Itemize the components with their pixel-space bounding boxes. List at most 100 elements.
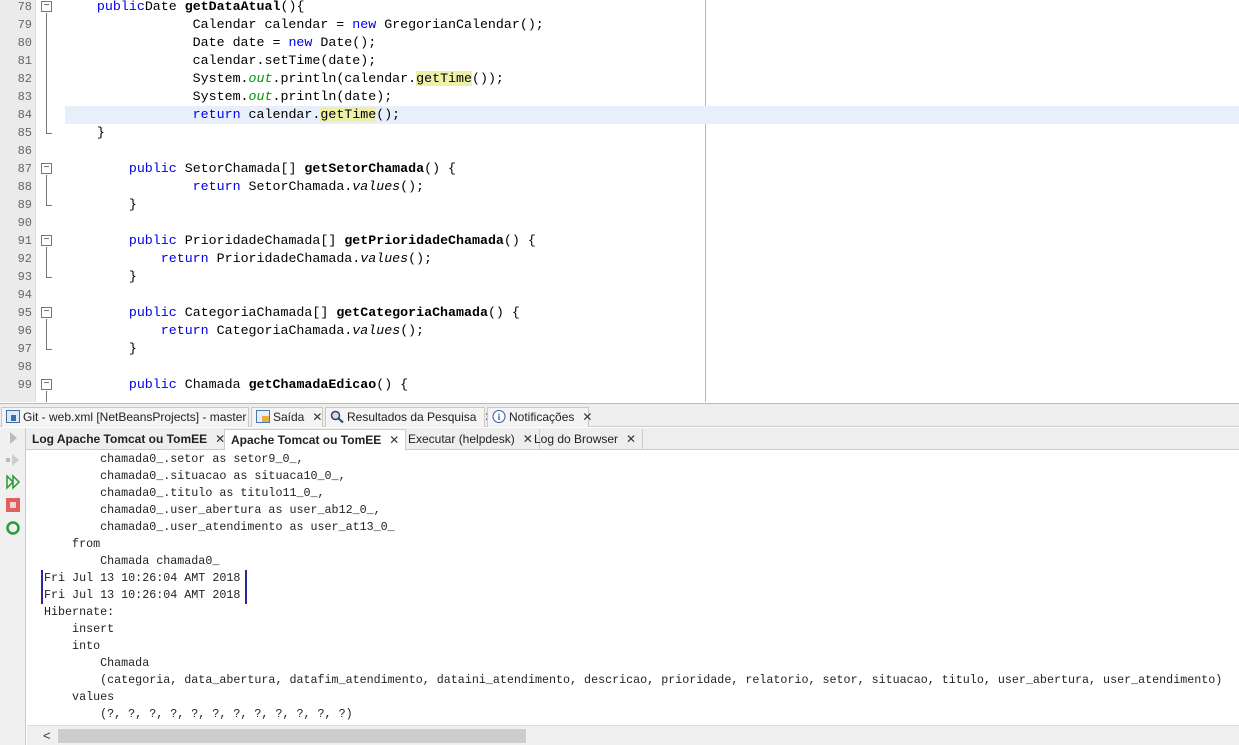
code-line[interactable]: 92 return PrioridadeChamada.values();	[0, 250, 1239, 268]
code-line[interactable]: 86	[0, 142, 1239, 160]
code-line[interactable]: 99 public Chamada getChamadaEdicao() { −	[0, 376, 1239, 394]
code-line[interactable]: 91 public PrioridadeChamada[] getPriorid…	[0, 232, 1239, 250]
code-token: new	[352, 17, 377, 32]
code-line[interactable]: 93 }	[0, 268, 1239, 286]
window-tab[interactable]: Git - web.xml [NetBeansProjects] - maste…	[1, 407, 264, 427]
code-line[interactable]: 90	[0, 214, 1239, 232]
code-text: }	[65, 196, 137, 214]
code-line[interactable]: 97 }	[0, 340, 1239, 358]
output-line: chamada0_.user_abertura as user_ab12_0_,	[44, 503, 381, 517]
code-line[interactable]: 95 public CategoriaChamada[] getCategori…	[0, 304, 1239, 322]
code-token: GregorianCalendar();	[376, 17, 544, 32]
git-icon	[6, 410, 20, 423]
code-line[interactable]: 85 }	[0, 124, 1239, 142]
fold-end	[46, 133, 52, 134]
close-icon[interactable]: ✕	[312, 410, 322, 424]
fold-line	[46, 319, 47, 349]
fold-collapse-icon[interactable]: −	[41, 307, 52, 318]
fold-collapse-icon[interactable]: −	[41, 235, 52, 246]
window-tab[interactable]: i Notificações ✕	[487, 407, 592, 427]
code-line[interactable]: 88 return SetorChamada.values();	[0, 178, 1239, 196]
code-token: () {	[424, 161, 457, 176]
code-token: ();	[400, 323, 425, 338]
output-tab[interactable]: Log do Browser ✕	[528, 429, 644, 450]
code-line[interactable]: 79 Calendar calendar = new GregorianCale…	[0, 16, 1239, 34]
window-tab[interactable]: Saída ✕	[251, 407, 323, 427]
tab-label: Resultados da Pesquisa	[347, 410, 477, 424]
stop-icon[interactable]	[5, 497, 21, 513]
line-number: 87	[17, 162, 32, 176]
code-token: getTime	[320, 107, 377, 122]
output-line: chamada0_.situacao as situaca10_0_,	[44, 469, 346, 483]
close-icon[interactable]: ✕	[582, 410, 592, 424]
output-line: Hibernate:	[44, 605, 115, 619]
code-token: return	[160, 251, 209, 266]
continue-icon[interactable]	[5, 474, 21, 490]
fold-line	[46, 391, 47, 402]
tab-label: Executar (helpdesk)	[408, 432, 515, 446]
code-text: return PrioridadeChamada.values();	[65, 250, 432, 268]
output-line: (?, ?, ?, ?, ?, ?, ?, ?, ?, ?, ?, ?)	[44, 707, 353, 721]
code-token: Date();	[312, 35, 377, 50]
output-tab[interactable]: Executar (helpdesk) ✕	[402, 429, 540, 450]
code-line[interactable]: 96 return CategoriaChamada.values();	[0, 322, 1239, 340]
code-line[interactable]: 83 System.out.println(date);	[0, 88, 1239, 106]
output-line: into	[44, 639, 101, 653]
line-number: 92	[17, 252, 32, 266]
code-token: .println(date);	[272, 89, 393, 104]
rerun-with-args-icon[interactable]	[5, 452, 21, 468]
fold-collapse-icon[interactable]: −	[41, 1, 52, 12]
fold-collapse-icon[interactable]: −	[41, 163, 52, 174]
code-line[interactable]: 81 calendar.setTime(date);	[0, 52, 1239, 70]
output-line: chamada0_.setor as setor9_0_,	[44, 452, 304, 466]
code-token: System.	[192, 89, 249, 104]
fold-collapse-icon[interactable]: −	[41, 379, 52, 390]
code-text: Calendar calendar = new GregorianCalenda…	[65, 16, 544, 34]
line-number: 89	[17, 198, 32, 212]
code-token: }	[128, 269, 137, 284]
code-line[interactable]: 94	[0, 286, 1239, 304]
code-text: return CategoriaChamada.values();	[65, 322, 424, 340]
tab-label: Git - web.xml [NetBeansProjects] - maste…	[23, 410, 247, 424]
line-number: 95	[17, 306, 32, 320]
code-token: public	[128, 161, 177, 176]
code-line[interactable]: 98	[0, 358, 1239, 376]
code-text: public Chamada getChamadaEdicao() {	[65, 376, 408, 394]
code-token: new	[288, 35, 313, 50]
line-number: 88	[17, 180, 32, 194]
close-icon[interactable]: ✕	[389, 433, 399, 447]
scroll-left-button[interactable]: <	[43, 728, 51, 743]
fold-end	[46, 349, 52, 350]
code-text: }	[65, 124, 105, 142]
line-number: 99	[17, 378, 32, 392]
code-editor[interactable]: 78 publicDate getDataAtual(){−79 Calenda…	[0, 0, 1239, 402]
code-token: PrioridadeChamada[]	[176, 233, 345, 248]
horizontal-scrollbar[interactable]: <	[27, 725, 1239, 745]
code-line[interactable]: 82 System.out.println(calendar.getTime()…	[0, 70, 1239, 88]
code-token: return	[160, 323, 209, 338]
code-line[interactable]: 89 }	[0, 196, 1239, 214]
output-tab[interactable]: Log Apache Tomcat ou TomEE ✕	[26, 429, 233, 450]
window-tab[interactable]: Resultados da Pesquisa✕	[325, 407, 494, 427]
close-icon[interactable]: ✕	[626, 432, 636, 446]
output-tab[interactable]: Apache Tomcat ou TomEE ✕	[224, 429, 407, 450]
code-line[interactable]: 87 public SetorChamada[] getSetorChamada…	[0, 160, 1239, 178]
scrollbar-thumb[interactable]	[58, 729, 526, 743]
window-tab-bar: Git - web.xml [NetBeansProjects] - maste…	[0, 403, 1239, 427]
refresh-icon[interactable]	[5, 520, 21, 536]
code-line[interactable]: 84 return calendar.getTime();	[0, 106, 1239, 124]
code-text: public CategoriaChamada[] getCategoriaCh…	[65, 304, 520, 322]
code-text: public PrioridadeChamada[] getPrioridade…	[65, 232, 536, 250]
code-token: ();	[400, 179, 425, 194]
tab-label: Saída	[273, 410, 305, 424]
code-token: getCategoriaChamada	[336, 305, 488, 320]
code-token: getPrioridadeChamada	[344, 233, 504, 248]
rerun-icon[interactable]	[5, 430, 21, 446]
line-number: 79	[17, 18, 32, 32]
code-token: System.	[192, 71, 249, 86]
code-text: System.out.println(calendar.getTime());	[65, 70, 504, 88]
code-line[interactable]: 78 publicDate getDataAtual(){−	[0, 0, 1239, 16]
code-line[interactable]: 80 Date date = new Date();	[0, 34, 1239, 52]
code-token: public	[96, 0, 145, 14]
output-console[interactable]: chamada0_.setor as setor9_0_, chamada0_.…	[27, 451, 1239, 725]
